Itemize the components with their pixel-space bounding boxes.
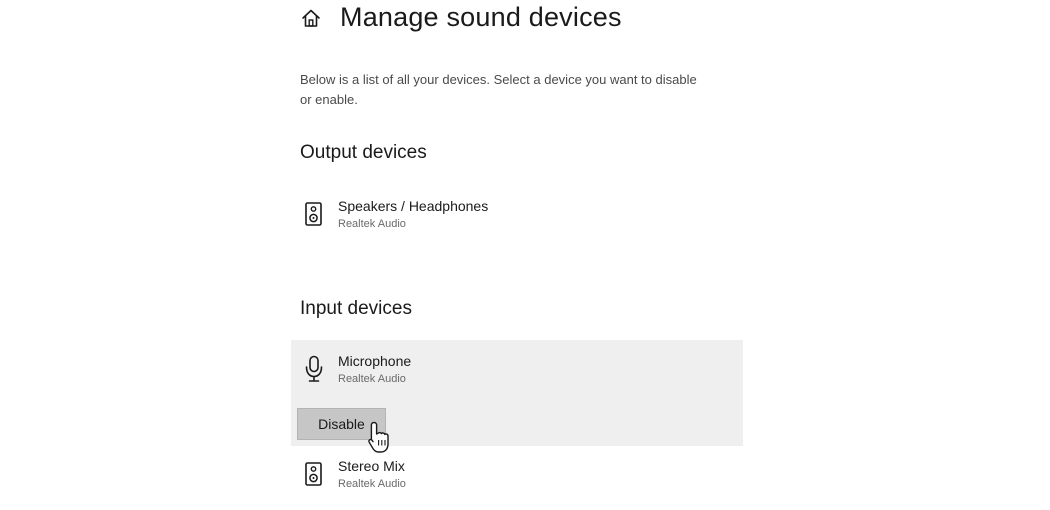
page-header: Manage sound devices <box>300 2 622 33</box>
device-driver: Realtek Audio <box>338 478 406 490</box>
page-description: Below is a list of all your devices. Sel… <box>300 72 697 107</box>
device-driver: Realtek Audio <box>338 218 406 230</box>
device-item-stereo-mix[interactable]: Stereo Mix Realtek Audio <box>300 457 406 492</box>
speaker-icon <box>300 459 328 489</box>
home-icon[interactable] <box>300 7 322 29</box>
microphone-icon <box>300 354 328 384</box>
device-text: Speakers / Headphones Realtek Audio <box>338 197 488 232</box>
input-devices-heading: Input devices <box>300 298 412 319</box>
speaker-icon <box>300 199 328 229</box>
output-devices-heading: Output devices <box>300 142 427 163</box>
page-title: Manage sound devices <box>340 2 622 32</box>
device-driver: Realtek Audio <box>338 373 406 385</box>
device-text: Microphone Realtek Audio <box>338 352 411 387</box>
device-name: Microphone <box>338 353 412 369</box>
device-name: Speakers / Headphones <box>338 198 489 214</box>
manage-sound-devices-page: Manage sound devices Below is a list of … <box>0 0 1050 510</box>
device-text: Stereo Mix Realtek Audio <box>338 457 406 492</box>
device-item-microphone[interactable]: Microphone Realtek Audio <box>300 352 411 387</box>
device-name: Stereo Mix <box>338 458 405 474</box>
hand-cursor-icon <box>366 420 394 456</box>
device-item-speakers-headphones[interactable]: Speakers / Headphones Realtek Audio <box>300 197 488 232</box>
